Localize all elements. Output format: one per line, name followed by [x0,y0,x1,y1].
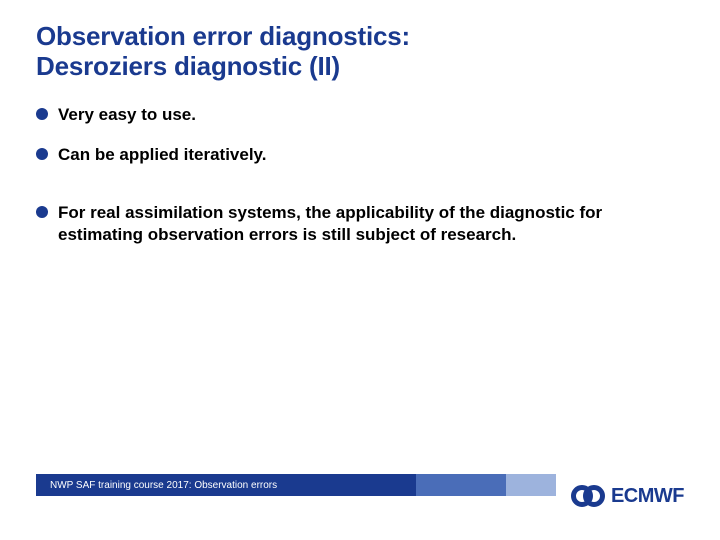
bullet-item: Very easy to use. [36,104,684,126]
ecmwf-logo: ECMWF [571,482,684,510]
slide-title: Observation error diagnostics: Desrozier… [36,22,684,82]
slide: Observation error diagnostics: Desrozier… [0,0,720,540]
bullet-text: Very easy to use. [58,105,196,124]
bullet-list: Very easy to use. Can be applied iterati… [36,104,684,246]
footer-band-dark: NWP SAF training course 2017: Observatio… [36,474,416,496]
footer-band-light [506,474,556,496]
title-line-1: Observation error diagnostics: [36,21,410,51]
ecmwf-logo-text: ECMWF [611,485,684,508]
bullet-item: Can be applied iteratively. [36,144,684,166]
footer-band-mid [416,474,506,496]
ecmwf-logo-icon [571,482,605,510]
bullet-item: For real assimilation systems, the appli… [36,202,684,246]
title-line-2: Desroziers diagnostic (II) [36,51,340,81]
footer-band: NWP SAF training course 2017: Observatio… [36,474,566,496]
footer-text: NWP SAF training course 2017: Observatio… [50,480,277,491]
bullet-text: For real assimilation systems, the appli… [58,203,602,244]
bullet-text: Can be applied iteratively. [58,145,266,164]
